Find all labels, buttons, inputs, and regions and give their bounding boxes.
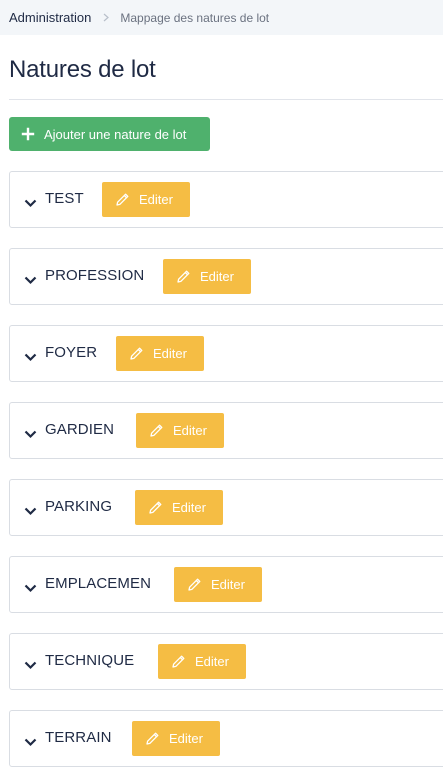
edit-button-label: Editer (173, 423, 207, 438)
lot-nature-card-profession: PROFESSION Editer (9, 248, 443, 305)
lot-nature-card-terrain: TERRAIN Editer (9, 710, 443, 767)
edit-button[interactable]: Editer (102, 182, 190, 217)
edit-button[interactable]: Editer (132, 721, 220, 756)
edit-button-label: Editer (172, 500, 206, 515)
chevron-down-icon[interactable] (24, 657, 37, 670)
lot-nature-name: GARDIEN (45, 421, 115, 438)
breadcrumb: Administration Mappage des natures de lo… (0, 0, 443, 35)
lot-nature-card-foyer: FOYER Editer (9, 325, 443, 382)
lot-nature-card-parking: PARKING Editer (9, 479, 443, 536)
lot-nature-card-technique: TECHNIQUE Editer (9, 633, 443, 690)
chevron-down-icon[interactable] (24, 734, 37, 747)
lot-nature-name: EMPLACEMEN (45, 575, 152, 592)
chevron-down-icon[interactable] (24, 426, 37, 439)
edit-button-label: Editer (211, 577, 245, 592)
edit-button[interactable]: Editer (163, 259, 251, 294)
pencil-icon (148, 500, 163, 515)
lot-nature-name: PROFESSION (45, 267, 145, 284)
breadcrumb-current: Mappage des natures de lot (120, 10, 270, 25)
chevron-right-icon (103, 13, 110, 22)
lot-nature-name: TEST (45, 190, 84, 207)
chevron-down-icon[interactable] (24, 503, 37, 516)
breadcrumb-administration-link[interactable]: Administration (9, 10, 91, 25)
pencil-icon (149, 423, 164, 438)
pencil-icon (187, 577, 202, 592)
lot-nature-card-test: TEST Editer (9, 171, 443, 228)
chevron-down-icon[interactable] (24, 195, 37, 208)
chevron-down-icon[interactable] (24, 349, 37, 362)
edit-button-label: Editer (195, 654, 229, 669)
pencil-icon (171, 654, 186, 669)
chevron-down-icon[interactable] (24, 272, 37, 285)
pencil-icon (129, 346, 144, 361)
edit-button[interactable]: Editer (135, 490, 223, 525)
edit-button[interactable]: Editer (158, 644, 246, 679)
pencil-icon (176, 269, 191, 284)
lot-nature-name: PARKING (45, 498, 113, 515)
plus-icon (21, 127, 35, 141)
edit-button-label: Editer (139, 192, 173, 207)
chevron-down-icon[interactable] (24, 580, 37, 593)
edit-button-label: Editer (200, 269, 234, 284)
edit-button[interactable]: Editer (116, 336, 204, 371)
lot-nature-card-gardien: GARDIEN Editer (9, 402, 443, 459)
lot-nature-name: TECHNIQUE (45, 652, 135, 669)
title-divider (9, 99, 443, 100)
pencil-icon (145, 731, 160, 746)
edit-button[interactable]: Editer (136, 413, 224, 448)
lot-nature-name: FOYER (45, 344, 98, 361)
edit-button-label: Editer (153, 346, 187, 361)
lot-nature-name: TERRAIN (45, 729, 112, 746)
pencil-icon (115, 192, 130, 207)
add-lot-nature-label: Ajouter une nature de lot (44, 126, 187, 142)
add-lot-nature-button[interactable]: Ajouter une nature de lot (9, 117, 210, 151)
edit-button-label: Editer (169, 731, 203, 746)
lot-nature-card-emplacemen: EMPLACEMEN Editer (9, 556, 443, 613)
edit-button[interactable]: Editer (174, 567, 262, 602)
page-title: Natures de lot (9, 56, 156, 83)
